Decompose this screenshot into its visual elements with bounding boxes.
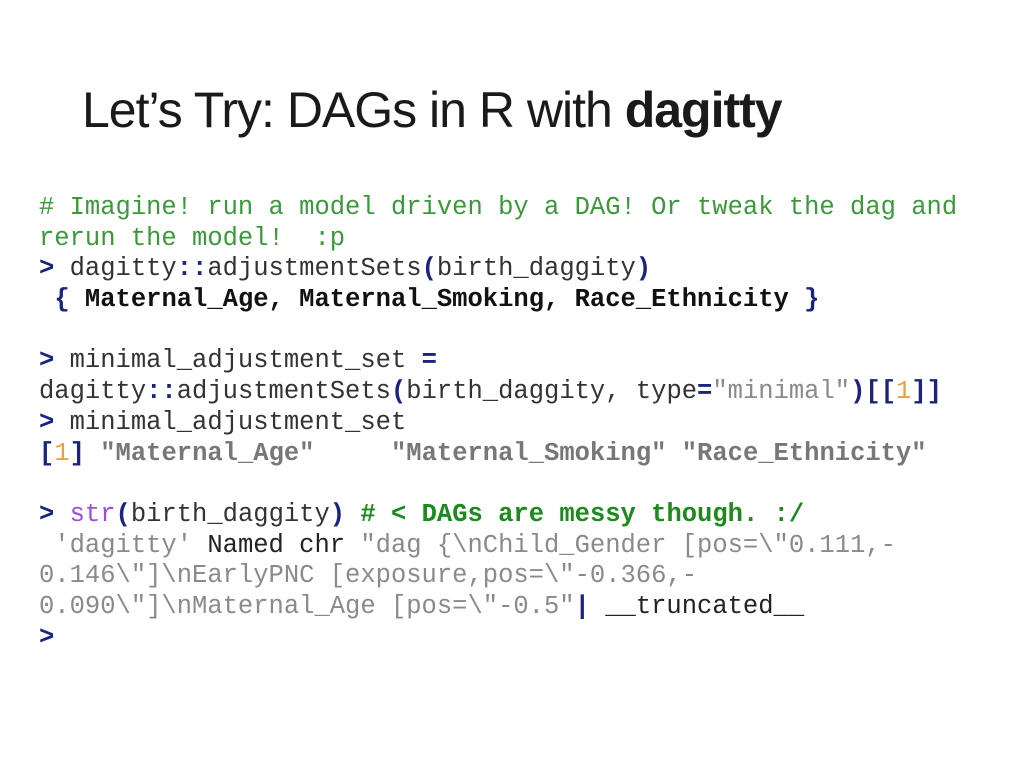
code-operator: ( [421,254,437,284]
code-line [39,316,999,347]
code-operator: | [574,591,590,621]
console-prompt: > [39,254,70,284]
code-line: dagitty::adjustmentSets(birth_daggity, t… [39,377,999,408]
console-prompt: > [39,407,70,437]
code-text: adjustmentSets [176,377,391,407]
code-operator: } [804,285,820,315]
code-string: "dag {\nChild_Gender [pos=\"0.111,- [360,530,896,560]
code-operator: ] [69,438,85,468]
code-line: > minimal_adjustment_set = [39,346,999,377]
console-prompt: > [39,499,70,529]
code-comment: rerun the model! :p [39,223,346,253]
slide-title-regular: Let’s Try: DAGs in R with [82,82,625,138]
code-string: 0.090\"]\nMaternal_Age [pos=\"-0.5" [39,591,575,621]
code-line: # Imagine! run a model driven by a DAG! … [39,193,999,224]
console-output-string: "Maternal_Age" "Maternal_Smoking" "Race_… [100,438,927,468]
console-prompt: > [39,346,70,376]
slide-title-package-name: dagitty [624,82,783,138]
code-operator: :: [176,254,208,284]
code-line: > dagitty::adjustmentSets(birth_daggity) [39,254,999,285]
code-operator: ) [635,254,652,284]
code-line: > [39,623,999,654]
code-line: 'dagitty' Named chr "dag {\nChild_Gender… [39,531,999,562]
slide-title: Let’s Try: DAGs in R with dagitty [82,78,783,142]
code-operator: ( [115,499,131,529]
code-line: > minimal_adjustment_set [39,408,999,439]
code-text: birth_daggity [436,254,636,284]
code-comment: # < DAGs are messy though. :/ [360,499,805,529]
code-operator: )[[ [850,377,897,407]
code-number: 1 [896,377,912,407]
code-number: 1 [54,438,70,468]
code-comment: # Imagine! run a model driven by a DAG! … [39,193,958,222]
code-operator: ( [390,377,407,407]
code-string: 0.146\"]\nEarlyPNC [exposure,pos=\"-0.36… [39,561,698,591]
code-line: 0.146\"]\nEarlyPNC [exposure,pos=\"-0.36… [39,561,999,592]
console-prompt: > [39,622,55,652]
code-operator: = [421,346,437,376]
console-output: __truncated__ [589,591,805,621]
code-text: minimal_adjustment_set [69,407,407,437]
code-operator: ) [329,499,346,529]
code-line: > str(birth_daggity) # < DAGs are messy … [39,500,999,531]
code-operator: :: [146,377,177,407]
console-output: Named chr [192,530,361,560]
r-console-code-block: # Imagine! run a model driven by a DAG! … [39,193,999,653]
code-text: dagitty [39,377,147,407]
code-operator: = [697,377,713,407]
code-text: birth_daggity [130,499,330,529]
code-text: dagitty [69,254,177,284]
code-operator: { [54,285,70,315]
code-text: adjustmentSets [207,254,422,284]
code-line: [1] "Maternal_Age" "Maternal_Smoking" "R… [39,439,999,470]
code-line [39,469,999,500]
console-output: Maternal_Age, Maternal_Smoking, Race_Eth… [69,285,805,315]
code-line: 0.090\"]\nMaternal_Age [pos=\"-0.5"| __t… [39,592,999,623]
code-operator: ]] [911,377,942,407]
code-operator: [ [39,438,55,468]
code-line: { Maternal_Age, Maternal_Smoking, Race_E… [39,285,999,316]
code-string: "minimal" [712,377,851,407]
code-text: minimal_adjustment_set [69,346,422,376]
code-string: 'dagitty' [39,530,193,560]
code-line: rerun the model! :p [39,224,999,255]
code-text: birth_daggity, type [406,377,698,407]
code-function: str [69,499,116,529]
